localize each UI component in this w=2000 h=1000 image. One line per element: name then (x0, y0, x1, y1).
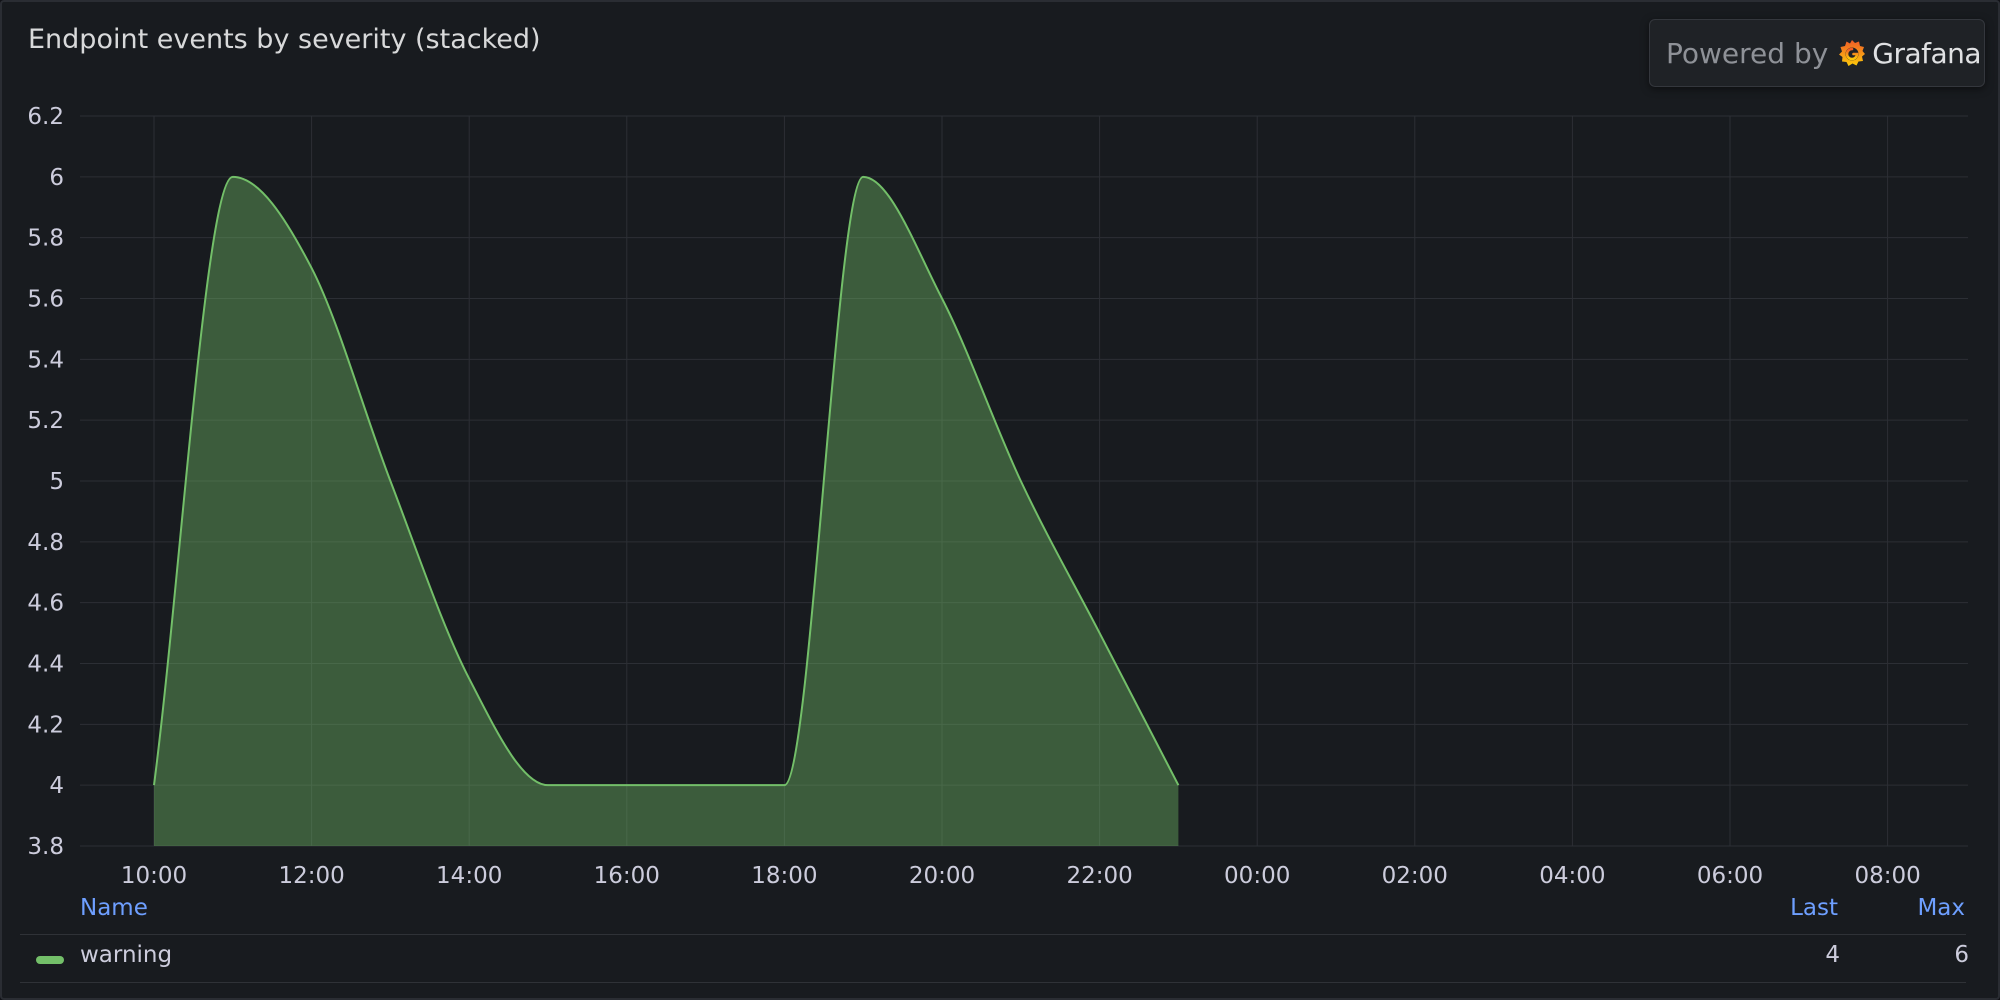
legend-row-warning[interactable]: warning 4 6 (2, 942, 2000, 976)
y-tick-label: 4.2 (27, 712, 64, 738)
legend-last-value: 4 (1825, 942, 1840, 968)
series-area (154, 176, 1179, 847)
y-tick-label: 3.8 (27, 834, 64, 860)
x-tick-label: 12:00 (278, 863, 344, 889)
x-tick-label: 06:00 (1697, 863, 1763, 889)
chart-panel: Endpoint events by severity (stacked) Po… (0, 0, 2000, 1000)
legend-series-name[interactable]: warning (80, 942, 172, 968)
y-tick-label: 4 (49, 773, 64, 799)
x-tick-label: 14:00 (436, 863, 502, 889)
x-tick-label: 18:00 (751, 863, 817, 889)
y-tick-label: 5.8 (27, 226, 64, 252)
y-axis: 3.8 4 4.2 4.4 4.6 4.8 5 5.2 5.4 5.6 5.8 6 6.2 (27, 104, 64, 860)
x-tick-label: 20:00 (909, 863, 975, 889)
legend-header-last[interactable]: Last (1790, 895, 1838, 921)
legend-header-max[interactable]: Max (1917, 895, 1965, 921)
timeseries-chart[interactable]: 3.844.24.44.64.855.25.45.65.866.2 10:00 1… (2, 2, 2000, 892)
series-area-warning (154, 176, 1179, 847)
y-tick-label: 4.8 (27, 530, 64, 556)
legend-divider (20, 934, 1966, 935)
x-tick-label: 08:00 (1854, 863, 1920, 889)
y-tick-label: 5.4 (27, 347, 64, 373)
y-tick-label: 6 (49, 165, 64, 191)
x-tick-label: 04:00 (1539, 863, 1605, 889)
y-tick-label: 6.2 (27, 104, 64, 130)
x-tick-label: 10:00 (121, 863, 187, 889)
x-tick-label: 16:00 (594, 863, 660, 889)
y-tick-label: 4.4 (27, 652, 64, 678)
y-tick-label: 5.6 (27, 287, 64, 313)
legend-max-value: 6 (1954, 942, 1969, 968)
legend-header-name[interactable]: Name (80, 895, 148, 921)
y-tick-label: 5.2 (27, 408, 64, 434)
x-tick-label: 02:00 (1382, 863, 1448, 889)
x-tick-label: 22:00 (1066, 863, 1132, 889)
legend-divider (20, 982, 1966, 983)
y-tick-label: 5 (49, 469, 64, 495)
x-tick-label: 00:00 (1224, 863, 1290, 889)
y-tick-label: 4.6 (27, 591, 64, 617)
series-color-swatch[interactable] (36, 956, 64, 964)
x-axis: 10:00 12:00 14:00 16:00 18:00 20:00 22:00 00:00… (121, 863, 1921, 889)
